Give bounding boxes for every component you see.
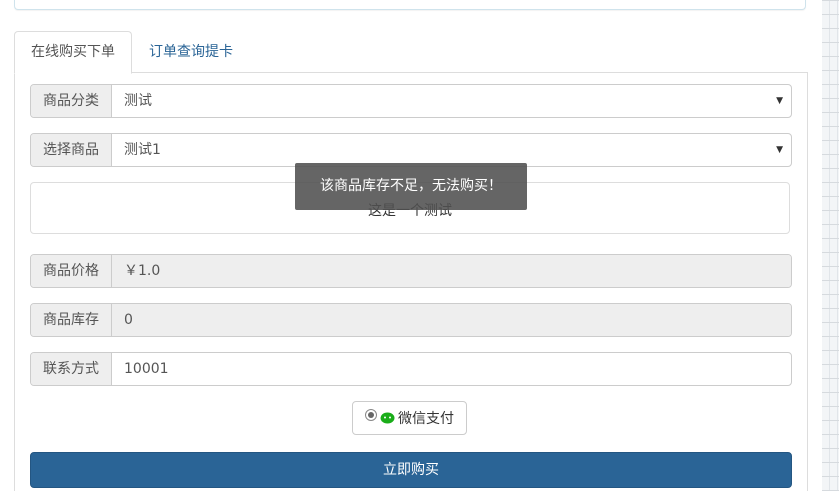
radio-selected-icon[interactable] — [365, 409, 377, 421]
category-value: 测试 — [124, 93, 152, 109]
product-value: 测试1 — [124, 142, 161, 158]
stock-field: 0 — [112, 304, 791, 336]
top-panel — [14, 0, 806, 10]
tab-order-query[interactable]: 订单查询提卡 — [132, 31, 250, 74]
category-select[interactable]: 测试 ▼ — [112, 85, 791, 117]
tab-bar: 在线购买下单 订单查询提卡 — [14, 31, 250, 74]
buy-now-button[interactable]: 立即购买 — [30, 452, 792, 488]
payment-option-wechat[interactable]: 微信支付 — [352, 401, 467, 435]
purchase-page: 在线购买下单 订单查询提卡 商品分类 测试 ▼ 选择商品 测试1 ▼ 这是一个测… — [0, 0, 839, 491]
category-group: 商品分类 测试 ▼ — [30, 84, 792, 118]
contact-value: 10001 — [124, 361, 169, 377]
product-label: 选择商品 — [31, 134, 112, 166]
product-select[interactable]: 测试1 ▼ — [112, 134, 791, 166]
stock-label: 商品库存 — [31, 304, 112, 336]
price-value: ￥1.0 — [124, 263, 161, 279]
contact-label: 联系方式 — [31, 353, 112, 385]
stock-value: 0 — [124, 312, 133, 328]
product-group: 选择商品 测试1 ▼ — [30, 133, 792, 167]
contact-group: 联系方式 10001 — [30, 352, 792, 386]
payment-option-label: 微信支付 — [398, 411, 454, 427]
stock-warning-toast: 该商品库存不足，无法购买！ — [295, 163, 527, 210]
price-group: 商品价格 ￥1.0 — [30, 254, 792, 288]
stock-group: 商品库存 0 — [30, 303, 792, 337]
category-label: 商品分类 — [31, 85, 112, 117]
dropdown-caret-icon: ▼ — [776, 145, 783, 155]
price-label: 商品价格 — [31, 255, 112, 287]
dropdown-caret-icon: ▼ — [776, 96, 783, 106]
background-strip — [822, 0, 839, 491]
wechat-icon — [380, 412, 395, 424]
price-field: ￥1.0 — [112, 255, 791, 287]
tab-online-purchase[interactable]: 在线购买下单 — [14, 31, 132, 74]
contact-input[interactable]: 10001 — [112, 353, 791, 385]
